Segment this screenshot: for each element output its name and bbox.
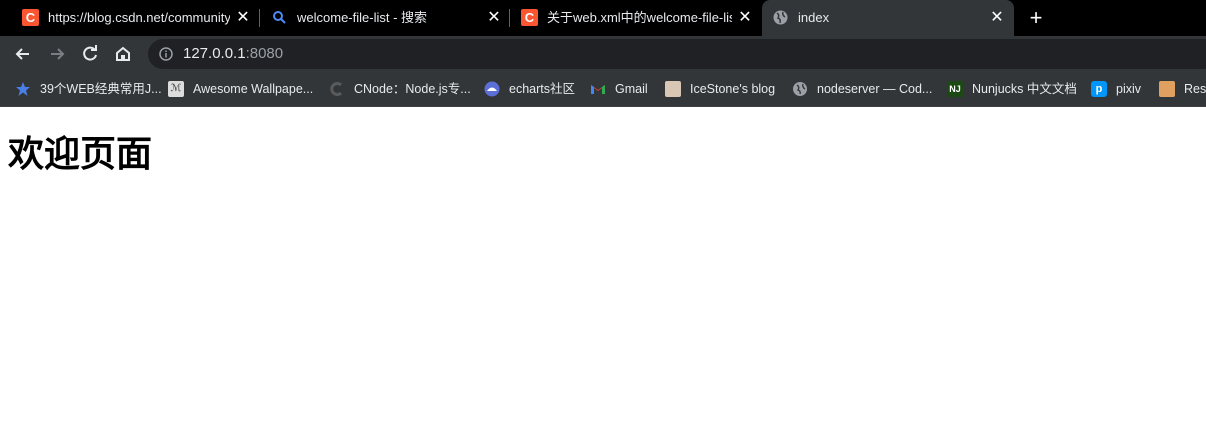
bookmark-item[interactable]: p pixiv (1091, 79, 1141, 99)
bookmark-label: Awesome Wallpape... (193, 82, 314, 96)
page-heading: 欢迎页面 (8, 134, 153, 175)
csdn-icon: C (521, 9, 538, 26)
tab-strip: C https://blog.csdn.net/community ✕ welc… (0, 0, 1206, 36)
bookmark-item[interactable]: nodeserver — Cod... (792, 79, 932, 99)
bookmark-star-icon (15, 81, 31, 97)
new-tab-button[interactable]: + (1024, 6, 1048, 30)
browser-toolbar: 127.0.0.1:8080 (0, 36, 1206, 71)
bookmark-item[interactable]: CNode：Node.js专... (329, 79, 471, 99)
url-port: :8080 (245, 45, 284, 62)
close-icon[interactable]: ✕ (988, 9, 1006, 27)
bookmark-item[interactable]: IceStone's blog (665, 79, 775, 99)
close-icon[interactable]: ✕ (736, 9, 754, 27)
bookmark-label: Gmail (615, 82, 648, 96)
bookmark-label: IceStone's blog (690, 82, 776, 96)
page-content: 欢迎页面 (0, 108, 1206, 424)
bookmark-item[interactable]: NJ Nunjucks 中文文档 (947, 79, 1077, 99)
tab-separator (509, 9, 510, 27)
nunjucks-icon: NJ (947, 81, 963, 97)
info-icon[interactable] (159, 47, 173, 61)
tab-title: welcome-file-list - 搜索 (297, 10, 428, 25)
bookmark-label: 39个WEB经典常用J... (40, 82, 162, 96)
home-icon (116, 46, 130, 61)
bookmark-label: echarts社区 (509, 82, 575, 96)
address-bar[interactable]: 127.0.0.1:8080 (148, 39, 1206, 69)
bookmark-label: Nunjucks 中文文档 (972, 82, 1077, 96)
tab-index[interactable]: index ✕ (762, 0, 1014, 36)
bookmark-label: Rese (1184, 82, 1206, 96)
tab-csdn-community[interactable]: C https://blog.csdn.net/community ✕ (12, 0, 260, 36)
globe-icon (792, 81, 808, 97)
bookmark-item[interactable]: 39个WEB经典常用J... (15, 79, 162, 99)
bookmarks-bar: 39个WEB经典常用J... ℳ Awesome Wallpape... CNo… (0, 71, 1206, 107)
tab-title: 关于web.xml中的welcome-file-list (547, 10, 732, 25)
bookmark-item[interactable]: Gmail (590, 79, 648, 99)
gmail-icon (590, 81, 606, 97)
avatar-icon (665, 81, 681, 97)
arrow-right-icon (51, 48, 65, 60)
close-icon[interactable]: ✕ (234, 9, 252, 27)
url-text[interactable]: 127.0.0.1:8080 (183, 46, 283, 62)
search-icon (271, 9, 288, 26)
bookmark-label: CNode：Node.js专... (354, 82, 471, 96)
close-icon[interactable]: ✕ (485, 9, 503, 27)
tab-csdn-article[interactable]: C 关于web.xml中的welcome-file-list ✕ (511, 0, 761, 36)
globe-icon (772, 9, 789, 26)
tab-title: index (798, 10, 830, 25)
bookmark-label: nodeserver — Cod... (817, 82, 933, 96)
wallpaper-icon: ℳ (168, 81, 184, 97)
home-button[interactable] (110, 41, 136, 67)
bookmark-item[interactable]: Rese (1159, 79, 1206, 99)
back-button[interactable] (10, 41, 36, 67)
bookmark-label: pixiv (1116, 82, 1142, 96)
reload-button[interactable] (77, 41, 103, 67)
pixiv-icon: p (1091, 81, 1107, 97)
tab-title: https://blog.csdn.net/community (48, 10, 230, 25)
bookmark-item[interactable]: ℳ Awesome Wallpape... (168, 79, 313, 99)
tab-separator (259, 9, 260, 27)
url-host: 127.0.0.1 (183, 45, 246, 62)
reload-icon (83, 45, 97, 61)
csdn-icon: C (22, 9, 39, 26)
avatar-icon (1159, 81, 1175, 97)
echarts-icon (484, 81, 500, 97)
forward-button[interactable] (44, 41, 70, 67)
arrow-left-icon (15, 48, 29, 60)
tab-search[interactable]: welcome-file-list - 搜索 ✕ (261, 0, 510, 36)
bookmark-item[interactable]: echarts社区 (484, 79, 575, 99)
cnode-icon (329, 81, 345, 97)
